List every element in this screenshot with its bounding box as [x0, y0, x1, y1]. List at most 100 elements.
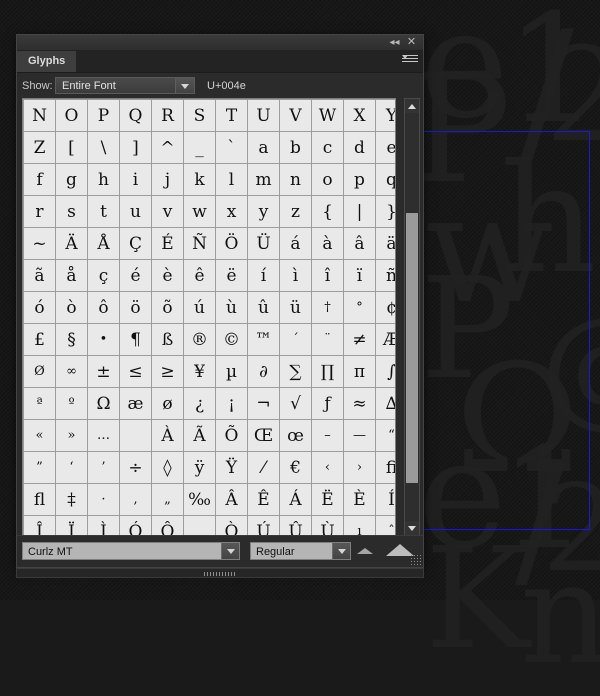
- glyph-cell[interactable]: ±: [88, 356, 119, 387]
- glyph-cell[interactable]: [: [56, 132, 87, 163]
- glyph-cell[interactable]: }: [376, 196, 396, 227]
- glyph-cell[interactable]: ì: [280, 260, 311, 291]
- glyph-cell[interactable]: å: [56, 260, 87, 291]
- glyph-cell[interactable]: Ÿ: [216, 452, 247, 483]
- glyph-cell[interactable]: ¿: [184, 388, 215, 419]
- glyph-cell[interactable]: ∞: [56, 356, 87, 387]
- glyph-cell[interactable]: ñ: [376, 260, 396, 291]
- glyph-cell[interactable]: Œ: [248, 420, 279, 451]
- glyph-cell[interactable]: ê: [184, 260, 215, 291]
- panel-menu-icon[interactable]: [402, 55, 418, 68]
- glyph-cell[interactable]: Ò: [216, 516, 247, 536]
- glyph-cell[interactable]: ¬: [248, 388, 279, 419]
- glyph-cell[interactable]: ﬁ: [376, 452, 396, 483]
- glyph-cell[interactable]: Å: [88, 228, 119, 259]
- glyph-cell[interactable]: ⁄: [248, 452, 279, 483]
- glyph-cell[interactable]: Z: [24, 132, 55, 163]
- glyph-cell[interactable]: Ù: [312, 516, 343, 536]
- glyph-cell[interactable]: ƒ: [312, 388, 343, 419]
- glyph-cell[interactable]: ÷: [120, 452, 151, 483]
- glyph-cell[interactable]: Î: [24, 516, 55, 536]
- glyph-cell[interactable]: Ô: [152, 516, 183, 536]
- glyph-cell[interactable]: Ç: [120, 228, 151, 259]
- glyph-cell[interactable]: ≥: [152, 356, 183, 387]
- glyph-cell[interactable]: ‘: [56, 452, 87, 483]
- glyph-cell[interactable]: ∆: [376, 388, 396, 419]
- glyph-cell[interactable]: ü: [280, 292, 311, 323]
- glyph-cell[interactable]: Ö: [216, 228, 247, 259]
- glyph-cell[interactable]: Ó: [120, 516, 151, 536]
- glyph-cell[interactable]: è: [152, 260, 183, 291]
- glyph-cell[interactable]: ú: [184, 292, 215, 323]
- glyph-cell[interactable]: ›: [344, 452, 375, 483]
- glyph-cell[interactable]: \: [88, 132, 119, 163]
- selection-rectangle[interactable]: [421, 131, 590, 530]
- glyph-cell[interactable]: ∂: [248, 356, 279, 387]
- glyph-cell[interactable]: [120, 420, 151, 451]
- grid-scrollbar[interactable]: [404, 98, 420, 536]
- glyph-cell[interactable]: ]: [120, 132, 151, 163]
- glyph-cell[interactable]: Ï: [56, 516, 87, 536]
- glyph-cell[interactable]: r: [24, 196, 55, 227]
- glyph-cell[interactable]: N: [24, 100, 55, 131]
- glyph-cell[interactable]: ¢: [376, 292, 396, 323]
- glyph-cell[interactable]: Ì: [88, 516, 119, 536]
- glyph-cell[interactable]: ‡: [56, 484, 87, 515]
- glyph-cell[interactable]: ä: [376, 228, 396, 259]
- glyph-cell[interactable]: ≤: [120, 356, 151, 387]
- glyph-cell[interactable]: ã: [24, 260, 55, 291]
- glyph-cell[interactable]: §: [56, 324, 87, 355]
- glyph-cell[interactable]: Í: [376, 484, 396, 515]
- glyph-cell[interactable]: …: [88, 420, 119, 451]
- glyph-cell[interactable]: ò: [56, 292, 87, 323]
- glyph-cell[interactable]: ‰: [184, 484, 215, 515]
- glyph-cell[interactable]: à: [312, 228, 343, 259]
- glyph-cell[interactable]: “: [376, 420, 396, 451]
- glyph-cell[interactable]: Y: [376, 100, 396, 131]
- glyph-cell[interactable]: ı: [344, 516, 375, 536]
- collapse-left-icon[interactable]: ◂◂: [388, 36, 401, 49]
- glyph-cell[interactable]: U: [248, 100, 279, 131]
- tab-glyphs[interactable]: Glyphs: [17, 51, 76, 72]
- glyph-cell[interactable]: |: [344, 196, 375, 227]
- glyph-cell[interactable]: ∏: [312, 356, 343, 387]
- chevron-down-icon[interactable]: [221, 543, 239, 559]
- glyph-cell[interactable]: x: [216, 196, 247, 227]
- glyph-cell[interactable]: Ω: [88, 388, 119, 419]
- glyph-cell[interactable]: »: [56, 420, 87, 451]
- glyph-cell[interactable]: s: [56, 196, 87, 227]
- glyph-cell[interactable]: ¨: [312, 324, 343, 355]
- panel-grabber[interactable]: [16, 568, 424, 578]
- glyph-cell[interactable]: Ú: [248, 516, 279, 536]
- glyph-cell[interactable]: Û: [280, 516, 311, 536]
- glyph-cell[interactable]: ¥: [184, 356, 215, 387]
- glyph-cell[interactable]: î: [312, 260, 343, 291]
- glyph-cell[interactable]: O: [56, 100, 87, 131]
- glyph-cell[interactable]: e: [376, 132, 396, 163]
- glyph-cell[interactable]: «: [24, 420, 55, 451]
- glyph-cell[interactable]: R: [152, 100, 183, 131]
- glyph-cell[interactable]: m: [248, 164, 279, 195]
- glyph-cell[interactable]: õ: [152, 292, 183, 323]
- glyph-cell[interactable]: f: [24, 164, 55, 195]
- glyph-cell[interactable]: ≠: [344, 324, 375, 355]
- glyph-cell[interactable]: u: [120, 196, 151, 227]
- glyph-cell[interactable]: „: [152, 484, 183, 515]
- glyph-cell[interactable]: c: [312, 132, 343, 163]
- glyph-cell[interactable]: Â: [216, 484, 247, 515]
- glyph-cell[interactable]: n: [280, 164, 311, 195]
- glyph-cell[interactable]: É: [152, 228, 183, 259]
- glyph-cell[interactable]: [184, 516, 215, 536]
- glyph-cell[interactable]: À: [152, 420, 183, 451]
- show-select[interactable]: Entire Font: [55, 77, 195, 94]
- glyph-cell[interactable]: °: [344, 292, 375, 323]
- glyph-cell[interactable]: ô: [88, 292, 119, 323]
- glyph-cell[interactable]: T: [216, 100, 247, 131]
- glyph-cell[interactable]: ”: [24, 452, 55, 483]
- glyph-cell[interactable]: ’: [88, 452, 119, 483]
- glyph-cell[interactable]: ~: [24, 228, 55, 259]
- glyph-cell[interactable]: Ø: [24, 356, 55, 387]
- resize-grip-icon[interactable]: [410, 554, 421, 565]
- glyph-cell[interactable]: t: [88, 196, 119, 227]
- glyph-cell[interactable]: ∫: [376, 356, 396, 387]
